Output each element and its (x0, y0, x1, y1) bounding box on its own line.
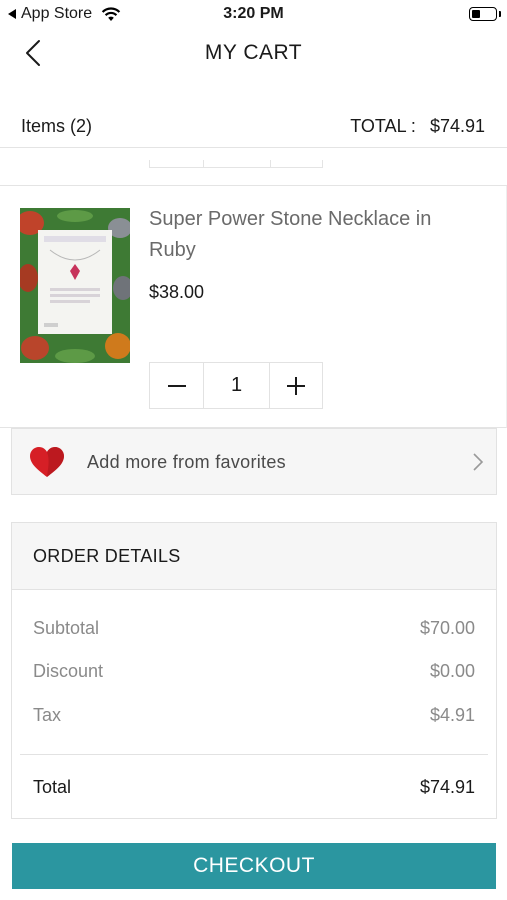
checkout-button[interactable]: CHECKOUT (12, 843, 496, 889)
battery-cap (499, 11, 501, 17)
cart-total-label: TOTAL : (350, 116, 416, 136)
add-from-favorites-button[interactable]: Add more from favorites (11, 428, 497, 495)
cart-item: Super Power Stone Necklace in Ruby $38.0… (0, 186, 507, 428)
previous-cart-item (0, 160, 507, 186)
tax-label: Tax (33, 705, 62, 725)
product-price: $38.00 (149, 282, 205, 302)
tax-value: $4.91 (429, 705, 475, 725)
order-details-header: ORDER DETAILS (12, 523, 496, 590)
discount-value: $0.00 (429, 661, 475, 681)
product-name[interactable]: Super Power Stone Necklace in Ruby (149, 204, 479, 266)
status-time: 3:20 PM (223, 5, 284, 22)
status-bar: App Store 3:20 PM (0, 0, 507, 30)
favorites-label: Add more from favorites (87, 452, 286, 472)
battery-level (472, 10, 480, 18)
heart-icon (30, 447, 64, 477)
order-details-card: ORDER DETAILS Subtotal $70.00 Discount $… (11, 522, 497, 819)
previous-quantity-stepper (149, 160, 323, 168)
items-count: Items (2) (21, 116, 93, 136)
increase-quantity-button[interactable] (270, 363, 322, 408)
cart-total-value: $74.91 (429, 116, 485, 136)
order-divider (20, 754, 488, 755)
plus-icon (287, 376, 305, 395)
subtotal-value: $70.00 (419, 618, 475, 638)
chevron-right-icon (473, 453, 484, 471)
page-title: MY CART (204, 41, 303, 64)
order-total-label: Total (33, 777, 72, 797)
tax-row: Tax $4.91 (33, 705, 475, 726)
quantity-value: 1 (203, 363, 270, 408)
order-total-value: $74.91 (419, 777, 475, 797)
quantity-stepper: 1 (149, 362, 323, 409)
decrease-quantity-button[interactable] (150, 363, 203, 408)
nav-bar: MY CART (0, 30, 507, 78)
product-image[interactable] (20, 208, 130, 363)
discount-label: Discount (33, 661, 104, 681)
order-total-row: Total $74.91 (33, 777, 475, 798)
cart-summary: Items (2) TOTAL : $74.91 (0, 104, 507, 148)
battery-icon (469, 7, 497, 21)
product-photo (20, 208, 130, 363)
cart-total: TOTAL : $74.91 (350, 116, 485, 137)
minus-icon (167, 384, 186, 387)
subtotal-label: Subtotal (33, 618, 100, 638)
discount-row: Discount $0.00 (33, 661, 475, 682)
subtotal-row: Subtotal $70.00 (33, 618, 475, 639)
